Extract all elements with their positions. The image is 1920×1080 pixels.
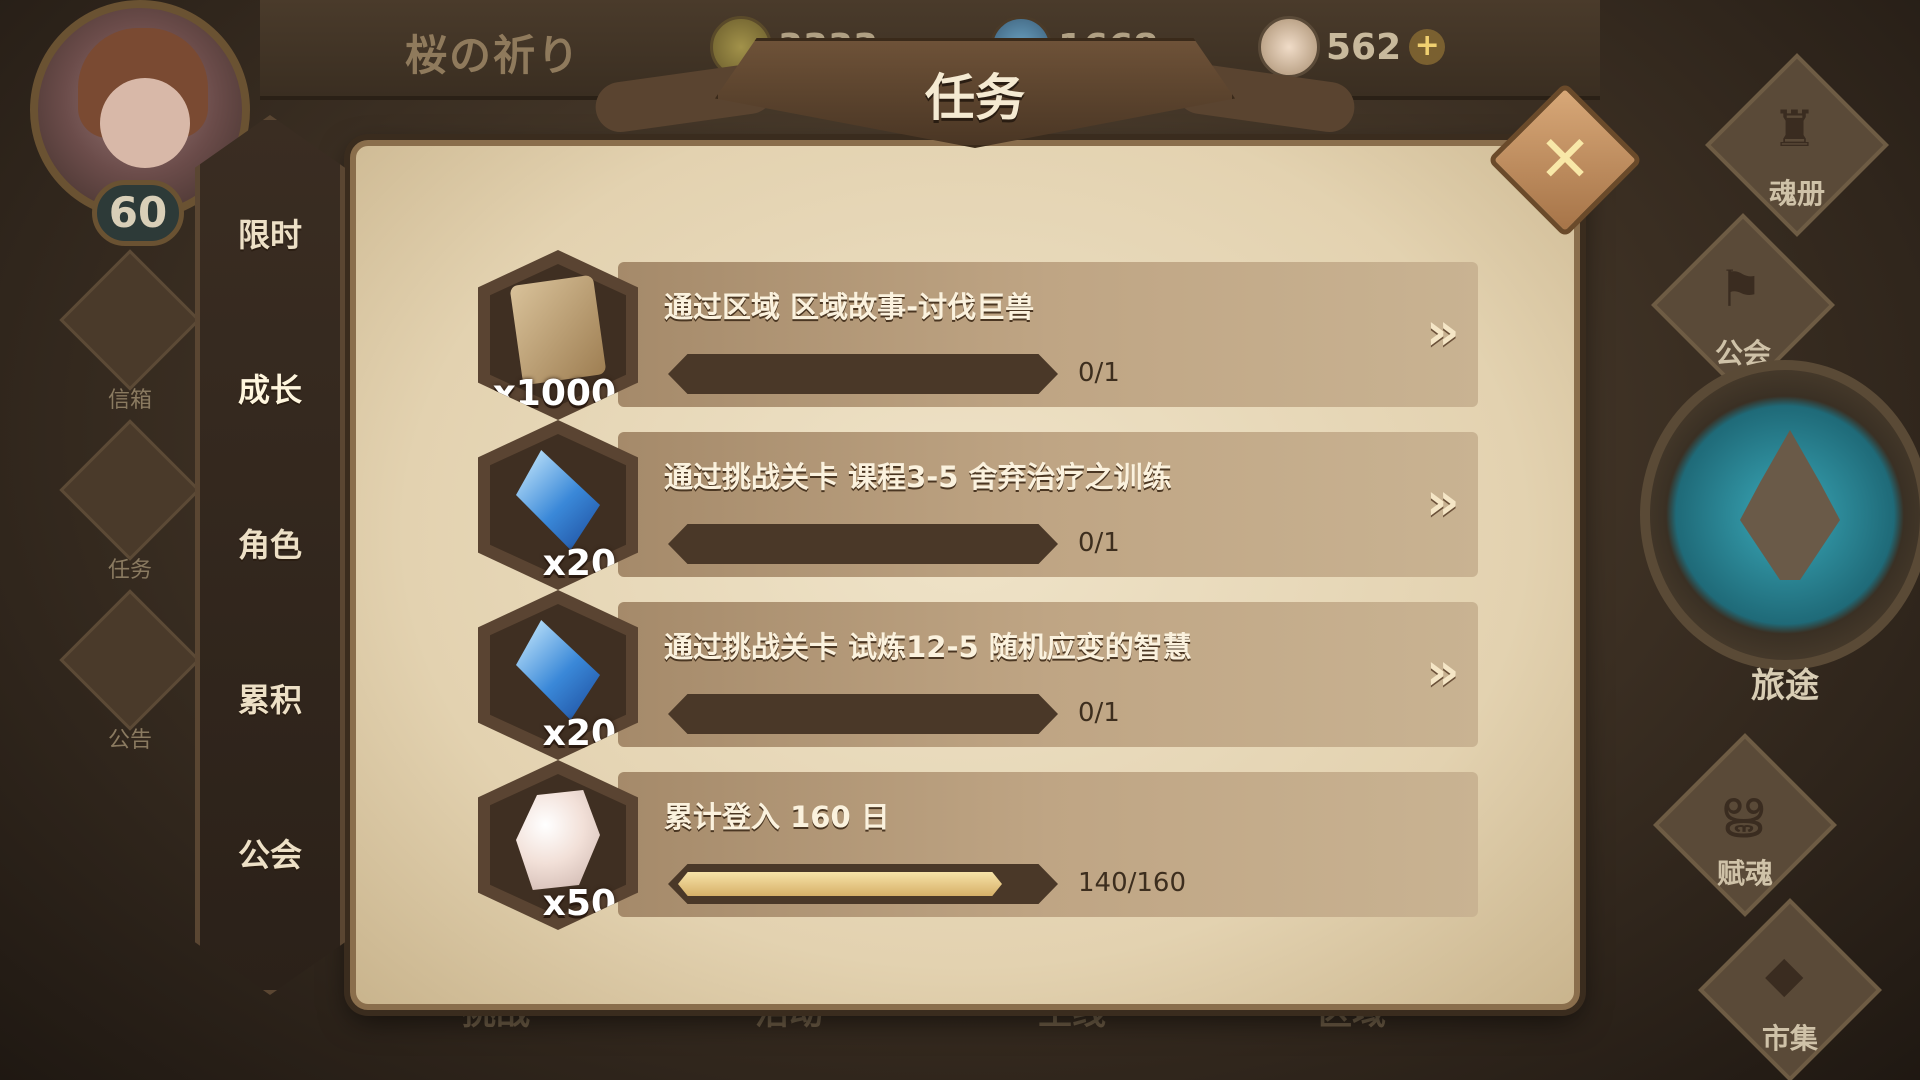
scroll-icon <box>509 274 607 386</box>
reward-quantity: x20 <box>542 543 616 584</box>
nav-market[interactable]: ◆ 市集 <box>1698 898 1882 1080</box>
quest-row[interactable]: x1000 通过区域 区域故事-讨伐巨兽 0/1 » <box>478 250 1478 420</box>
reward-frame: x20 <box>478 420 638 590</box>
tab-growth[interactable]: 成长 <box>205 325 335 455</box>
reward-frame: x1000 <box>478 250 638 420</box>
quest-progress-bar <box>668 864 1058 904</box>
close-x-icon: ✕ <box>1538 123 1592 197</box>
reward-quantity: x1000 <box>492 373 616 414</box>
envelope-icon <box>59 249 201 391</box>
quest-title: 通过区域 区域故事-讨伐巨兽 <box>664 290 1035 324</box>
go-arrow-icon[interactable]: » <box>1426 642 1460 702</box>
avatar-face <box>100 78 190 168</box>
journey-label: 旅途 <box>1751 666 1819 706</box>
go-arrow-icon[interactable]: » <box>1426 472 1460 532</box>
quest-progress-bar <box>668 354 1058 394</box>
panel-title: 任务 <box>925 69 1025 127</box>
tab-role-label: 角色 <box>237 526 302 564</box>
tab-limited-label: 限时 <box>237 216 302 254</box>
tab-role[interactable]: 角色 <box>205 485 335 605</box>
quest-progress-bar <box>668 694 1058 734</box>
scroll-notice-icon <box>59 589 201 731</box>
quest-progress-bar <box>668 524 1058 564</box>
reward-frame: x20 <box>478 590 638 760</box>
quest-progress-text: 140/160 <box>1078 868 1187 898</box>
quest-title: 累计登入 160 日 <box>664 800 890 834</box>
tab-accumulate-label: 累积 <box>237 681 302 719</box>
player-level-badge: 60 <box>92 180 184 246</box>
nav-talent[interactable]: ൠ 赋魂 <box>1653 733 1837 917</box>
helmet-icon: ♜ <box>1772 100 1817 158</box>
reward-quantity: x20 <box>542 713 616 754</box>
nav-market-label: 市集 <box>1761 1022 1818 1055</box>
crystal-shard-icon: ◆ <box>1765 945 1804 1003</box>
quest-row[interactable]: x50 累计登入 160 日 140/160 <box>478 760 1478 930</box>
quest-progress-text: 0/1 <box>1078 698 1120 728</box>
reward-quantity: x50 <box>542 883 616 924</box>
nav-soul-book[interactable]: ♜ 魂册 <box>1705 53 1889 237</box>
nav-soul-book-label: 魂册 <box>1768 177 1825 210</box>
panel-title-banner: 任务 <box>592 18 1358 168</box>
nav-quest-label: 任务 <box>107 558 152 583</box>
journey-emblem-icon <box>1740 430 1840 580</box>
tab-guild-label: 公会 <box>237 836 302 874</box>
player-name: 桜の祈り <box>405 31 582 80</box>
quest-row[interactable]: x20 通过挑战关卡 课程3-5 舍弃治疗之训练 0/1 » <box>478 420 1478 590</box>
quest-progress-text: 0/1 <box>1078 358 1120 388</box>
quest-progress-text: 0/1 <box>1078 528 1120 558</box>
tab-growth-label: 成长 <box>237 371 302 409</box>
nav-mail-label: 信箱 <box>107 388 152 413</box>
quest-title: 通过挑战关卡 课程3-5 舍弃治疗之训练 <box>664 460 1172 494</box>
nav-mail[interactable]: 信箱 <box>59 249 201 420</box>
quest-title: 通过挑战关卡 试炼12-5 随机应变的智慧 <box>664 630 1192 664</box>
tab-guild[interactable]: 公会 <box>205 795 335 915</box>
nav-talent-label: 赋魂 <box>1716 857 1773 890</box>
nav-notice[interactable]: 公告 <box>59 589 201 760</box>
tab-accumulate[interactable]: 累积 <box>205 640 335 760</box>
reward-frame: x50 <box>478 760 638 930</box>
add-gem-button[interactable]: + <box>1409 29 1446 65</box>
go-arrow-icon[interactable]: » <box>1426 302 1460 362</box>
quest-badge-icon <box>59 419 201 561</box>
quest-row[interactable]: x20 通过挑战关卡 试炼12-5 随机应变的智慧 0/1 » <box>478 590 1478 760</box>
guild-banner-icon: ⚑ <box>1718 260 1763 318</box>
nav-notice-label: 公告 <box>107 728 152 753</box>
journey-button[interactable]: 旅途 <box>1640 360 1920 706</box>
nav-quest[interactable]: 任务 <box>59 419 201 590</box>
tab-limited[interactable]: 限时 <box>205 175 335 295</box>
quest-progress-fill <box>678 872 1002 896</box>
flame-swirl-icon: ൠ <box>1720 780 1764 838</box>
